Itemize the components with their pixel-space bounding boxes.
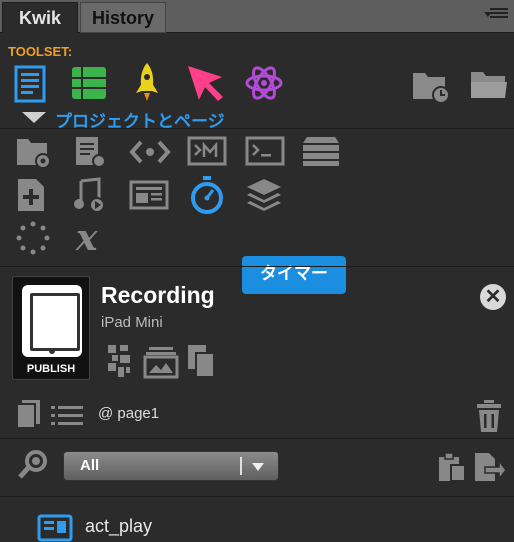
list-view-icon[interactable] bbox=[48, 402, 86, 428]
list-grid-icon[interactable] bbox=[70, 64, 108, 102]
folder-icon[interactable] bbox=[468, 66, 510, 104]
page-gear-icon[interactable] bbox=[72, 134, 108, 170]
device-name: iPad Mini bbox=[101, 314, 163, 331]
layers-icon[interactable] bbox=[244, 176, 284, 214]
tab-history[interactable]: History bbox=[80, 2, 166, 33]
timer-tooltip: タイマー bbox=[242, 256, 346, 294]
qr-code-icon[interactable] bbox=[104, 342, 134, 380]
filter-selected: All bbox=[80, 457, 100, 474]
project-title: Recording bbox=[101, 282, 215, 308]
current-page-label: @ page1 bbox=[98, 405, 160, 422]
terminal-icon[interactable] bbox=[244, 134, 286, 168]
chevron-down-icon bbox=[484, 12, 492, 17]
toolset-label: TOOLSET: bbox=[8, 44, 73, 59]
copy-pages-icon[interactable] bbox=[184, 342, 218, 380]
tab-kwik[interactable]: Kwik bbox=[2, 2, 78, 33]
timer-icon[interactable] bbox=[188, 174, 226, 216]
code-icon[interactable] bbox=[128, 136, 172, 168]
chevron-down-icon bbox=[252, 463, 264, 471]
cursor-arrow-icon[interactable] bbox=[184, 62, 226, 104]
divider bbox=[0, 128, 514, 129]
ipad-icon bbox=[22, 285, 82, 357]
pages-icon[interactable] bbox=[14, 398, 44, 430]
folder-clock-icon[interactable] bbox=[410, 66, 452, 104]
divider bbox=[0, 266, 514, 267]
action-icon bbox=[36, 512, 74, 542]
paste-icon[interactable] bbox=[436, 450, 468, 484]
divider bbox=[0, 438, 514, 439]
divider bbox=[0, 496, 514, 497]
rocket-icon[interactable] bbox=[130, 60, 164, 104]
variable-x-icon[interactable]: x bbox=[72, 218, 112, 258]
filter-dropdown[interactable]: All bbox=[63, 451, 279, 481]
atom-icon[interactable] bbox=[244, 64, 284, 102]
publish-device-button[interactable]: PUBLISH bbox=[12, 276, 90, 380]
stack-icon[interactable] bbox=[300, 134, 342, 168]
panel-menu-button[interactable] bbox=[484, 8, 508, 24]
svg-text:x: x bbox=[75, 219, 98, 257]
close-icon[interactable]: ✕ bbox=[480, 284, 506, 310]
newspaper-icon[interactable] bbox=[128, 178, 170, 212]
image-gallery-icon[interactable] bbox=[142, 344, 180, 380]
folder-gear-icon[interactable] bbox=[14, 134, 54, 170]
publish-label: PUBLISH bbox=[26, 363, 76, 375]
trash-icon[interactable] bbox=[474, 398, 504, 434]
panel-tab-bar: Kwik History bbox=[0, 0, 514, 33]
dotted-circle-icon[interactable] bbox=[14, 220, 52, 256]
terminal-m-icon[interactable] bbox=[186, 134, 228, 168]
add-page-icon[interactable] bbox=[14, 176, 48, 214]
list-item[interactable]: act_play bbox=[85, 516, 152, 537]
chevron-down-icon[interactable] bbox=[20, 110, 48, 124]
search-icon[interactable] bbox=[16, 448, 50, 482]
music-icon[interactable] bbox=[72, 176, 108, 214]
export-icon[interactable] bbox=[472, 450, 508, 484]
page-icon[interactable] bbox=[12, 64, 48, 104]
